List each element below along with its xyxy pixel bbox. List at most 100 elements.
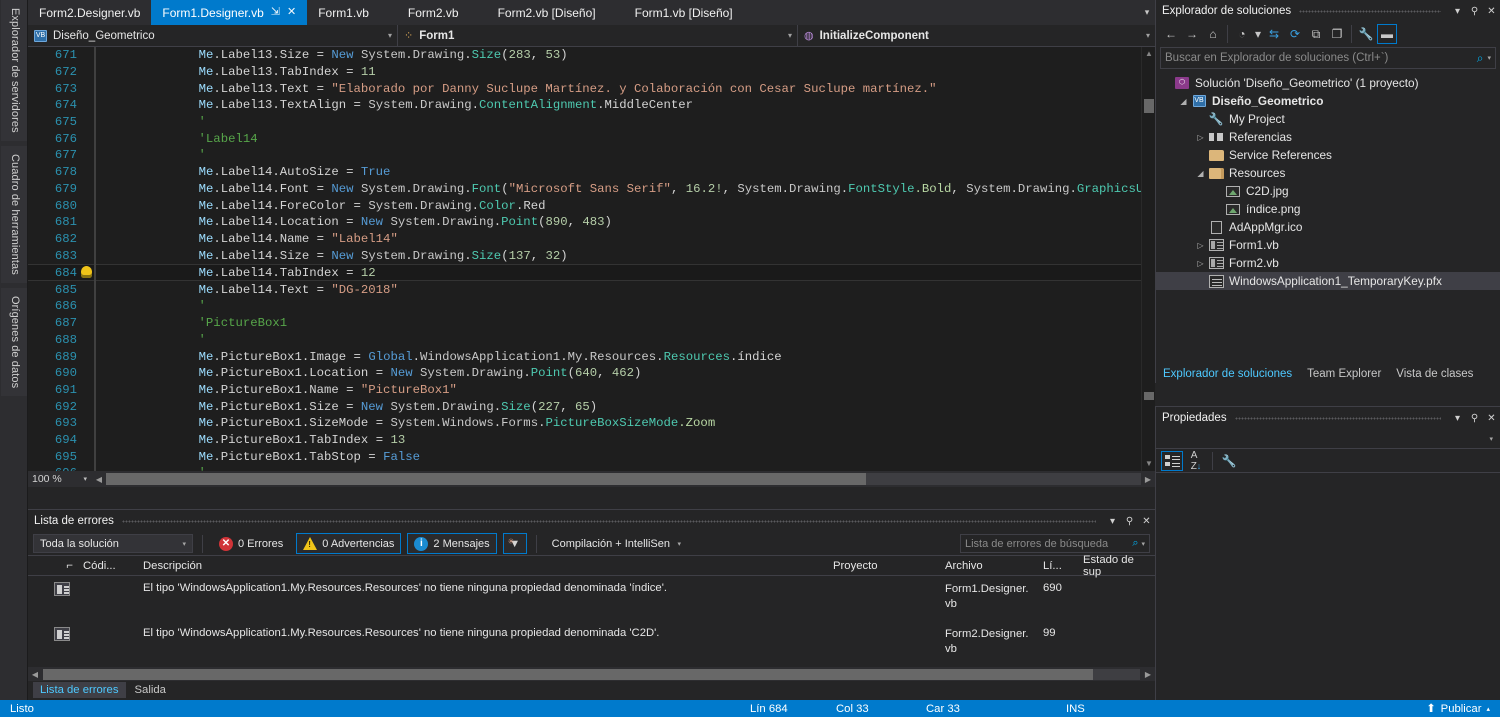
forward-icon[interactable]: → bbox=[1182, 24, 1202, 44]
tree-item[interactable]: ▷ Form2.vb bbox=[1156, 254, 1500, 272]
tree-item[interactable]: C2D.jpg bbox=[1156, 182, 1500, 200]
tab-form2-designer[interactable]: Form2.Designer.vb bbox=[28, 0, 152, 25]
code-line[interactable]: 683 Me.Label14.Size = New System.Drawing… bbox=[28, 247, 1141, 265]
chevron-up-icon[interactable]: ▴ bbox=[1486, 705, 1490, 713]
code-line[interactable]: 681 Me.Label14.Location = New System.Dra… bbox=[28, 213, 1141, 231]
scrollbar-track[interactable] bbox=[43, 668, 1140, 680]
errors-filter-button[interactable]: ✕ 0 Errores bbox=[212, 533, 290, 554]
scroll-left-icon[interactable]: ◀ bbox=[92, 475, 106, 484]
navbar-class-dropdown[interactable]: ⁘ Form1 ▾ bbox=[398, 25, 798, 46]
tree-item[interactable]: ▷ Form1.vb bbox=[1156, 236, 1500, 254]
quick-actions-lightbulb-icon[interactable] bbox=[80, 266, 94, 279]
code-line[interactable]: 685 Me.Label14.Text = "DG-2018" bbox=[28, 281, 1141, 299]
code-line[interactable]: 689 Me.PictureBox1.Image = Global.Window… bbox=[28, 348, 1141, 366]
chevron-down-icon[interactable]: ▾ bbox=[83, 475, 87, 483]
properties-wrench-icon[interactable]: 🔧 bbox=[1356, 24, 1376, 44]
tab-form1-vb-design[interactable]: Form1.vb [Diseño] bbox=[606, 0, 744, 25]
tree-item[interactable]: ⬡ Solución 'Diseño_Geometrico' (1 proyect… bbox=[1156, 74, 1500, 92]
expand-collapse-icon-collapsed[interactable]: ▷ bbox=[1194, 133, 1207, 142]
table-row[interactable]: El tipo 'WindowsApplication1.My.Resource… bbox=[28, 621, 1155, 666]
search-icon[interactable]: ⌕ bbox=[1132, 537, 1138, 550]
expand-collapse-icon-collapsed[interactable]: ▷ bbox=[1194, 259, 1207, 268]
code-line[interactable]: 672 Me.Label13.TabIndex = 11 bbox=[28, 63, 1141, 81]
tab-error-list[interactable]: Lista de errores bbox=[33, 682, 126, 698]
alphabetical-view-button[interactable]: A Z↓ bbox=[1185, 450, 1207, 472]
panel-menu-chevron-down-icon[interactable]: ▾ bbox=[1449, 6, 1466, 17]
sync-icon[interactable]: ⇆ bbox=[1264, 24, 1284, 44]
chevron-down-icon[interactable]: ▾ bbox=[1141, 540, 1145, 548]
scroll-right-icon[interactable]: ▶ bbox=[1141, 475, 1155, 484]
drag-handle[interactable] bbox=[1234, 416, 1441, 420]
navbar-project-dropdown[interactable]: VB Diseño_Geometrico ▾ bbox=[28, 25, 398, 46]
tree-item[interactable]: índice.png bbox=[1156, 200, 1500, 218]
code-line[interactable]: 680 Me.Label14.ForeColor = System.Drawin… bbox=[28, 197, 1141, 215]
tab-solution-explorer[interactable]: Explorador de soluciones bbox=[1156, 365, 1300, 382]
scrollbar-thumb[interactable] bbox=[1144, 99, 1154, 113]
code-text-area[interactable]: 671 Me.Label13.Size = New System.Drawing… bbox=[28, 47, 1141, 471]
tab-form1-vb[interactable]: Form1.vb bbox=[307, 0, 380, 25]
code-line[interactable]: 673 Me.Label13.Text = "Elaborado por Dan… bbox=[28, 80, 1141, 98]
column-header-file[interactable]: Archivo bbox=[940, 560, 1038, 572]
pending-changes-icon[interactable]: ◔ bbox=[1232, 24, 1252, 44]
tab-form1-designer[interactable]: Form1.Designer.vb ⇲ ✕ bbox=[151, 0, 308, 25]
column-header-line[interactable]: Lí... bbox=[1038, 560, 1078, 572]
code-line[interactable]: 687 'PictureBox1 bbox=[28, 314, 1141, 332]
chevron-down-icon[interactable]: ▾ bbox=[182, 540, 186, 548]
tree-item[interactable]: ▷ Referencias bbox=[1156, 128, 1500, 146]
panel-close-icon[interactable]: ✕ bbox=[1138, 516, 1155, 527]
scroll-down-icon[interactable]: ▼ bbox=[1142, 457, 1155, 471]
build-filter-dropdown[interactable]: Compilación + IntelliSen ▾ bbox=[546, 534, 684, 553]
panel-menu-chevron-down-icon[interactable]: ▾ bbox=[1104, 516, 1121, 527]
editor-horizontal-scrollbar[interactable] bbox=[106, 473, 1141, 485]
properties-object-dropdown[interactable]: ▾ bbox=[1156, 429, 1500, 449]
scrollbar-thumb[interactable] bbox=[43, 668, 1093, 680]
column-header-code[interactable]: Códi... bbox=[78, 560, 138, 572]
property-pages-button[interactable]: 🔧 bbox=[1218, 451, 1240, 471]
code-line[interactable]: 679 Me.Label14.Font = New System.Drawing… bbox=[28, 180, 1141, 198]
show-all-files-icon[interactable]: ❐ bbox=[1327, 24, 1347, 44]
zoom-level-dropdown[interactable]: 100 % ▾ bbox=[28, 471, 92, 487]
code-line[interactable]: 674 Me.Label13.TextAlign = System.Drawin… bbox=[28, 96, 1141, 114]
error-search-box[interactable]: Lista de errores de búsqueda ⌕ ▾ bbox=[960, 534, 1150, 553]
vertical-tab-server-explorer[interactable]: Explorador de servidores bbox=[1, 0, 27, 141]
panel-menu-chevron-down-icon[interactable]: ▾ bbox=[1449, 413, 1466, 424]
chevron-down-icon[interactable]: ▾ bbox=[1146, 31, 1150, 40]
tab-output[interactable]: Salida bbox=[128, 682, 173, 698]
code-line[interactable]: 684 Me.Label14.TabIndex = 12 bbox=[28, 263, 1141, 282]
warnings-filter-button[interactable]: 0 Advertencias bbox=[296, 533, 402, 554]
panel-pin-icon[interactable]: ⚲ bbox=[1121, 516, 1138, 527]
table-row[interactable]: El tipo 'WindowsApplication1.My.Resource… bbox=[28, 576, 1155, 621]
expand-collapse-icon-collapsed[interactable]: ▷ bbox=[1194, 241, 1207, 250]
chevron-down-icon[interactable]: ▾ bbox=[1489, 435, 1493, 443]
code-line[interactable]: 676 'Label14 bbox=[28, 130, 1141, 148]
tab-form2-vb-design[interactable]: Form2.vb [Diseño] bbox=[469, 0, 607, 25]
editor-vertical-scrollbar[interactable]: ▲ ▼ bbox=[1141, 47, 1155, 471]
column-header-sort-icon[interactable]: ⌐ bbox=[28, 560, 78, 572]
chevron-down-icon[interactable]: ▾ bbox=[788, 31, 792, 40]
code-line[interactable]: 694 Me.PictureBox1.TabIndex = 13 bbox=[28, 431, 1141, 449]
publish-button[interactable]: ⬆ Publicar ▴ bbox=[1426, 702, 1500, 716]
tab-class-view[interactable]: Vista de clases bbox=[1389, 366, 1480, 382]
code-line[interactable]: 678 Me.Label14.AutoSize = True bbox=[28, 163, 1141, 181]
tree-item[interactable]: AdAppMgr.ico bbox=[1156, 218, 1500, 236]
scroll-left-icon[interactable]: ◀ bbox=[28, 670, 42, 679]
chevron-down-icon[interactable]: ▾ bbox=[388, 31, 392, 40]
scroll-right-icon[interactable]: ▶ bbox=[1141, 670, 1155, 679]
vertical-tab-toolbox[interactable]: Cuadro de herramientas bbox=[1, 145, 27, 283]
code-line[interactable]: 682 Me.Label14.Name = "Label14" bbox=[28, 230, 1141, 248]
tree-item[interactable]: 🔧 My Project bbox=[1156, 110, 1500, 128]
code-line[interactable]: 675 ' bbox=[28, 113, 1141, 131]
code-line[interactable]: 690 Me.PictureBox1.Location = New System… bbox=[28, 364, 1141, 382]
tab-overflow-chevron-down-icon[interactable]: ▾ bbox=[1139, 0, 1155, 25]
expand-collapse-icon-expanded[interactable]: ◢ bbox=[1177, 97, 1190, 106]
collapse-all-icon[interactable]: ⧉ bbox=[1306, 24, 1326, 44]
chevron-down-icon[interactable]: ▾ bbox=[1487, 54, 1491, 62]
tree-item[interactable]: ◢ VB Diseño_Geometrico bbox=[1156, 92, 1500, 110]
messages-filter-button[interactable]: i 2 Mensajes bbox=[407, 533, 497, 554]
scope-filter-dropdown[interactable]: Toda la solución ▾ bbox=[33, 534, 193, 553]
chevron-down-icon[interactable]: ▾ bbox=[677, 540, 681, 548]
navbar-member-dropdown[interactable]: ◍ InitializeComponent ▾ bbox=[798, 25, 1155, 46]
code-line[interactable]: 695 Me.PictureBox1.TabStop = False bbox=[28, 448, 1141, 466]
code-line[interactable]: 688 ' bbox=[28, 331, 1141, 349]
vertical-tab-data-sources[interactable]: Orígenes de datos bbox=[1, 287, 27, 396]
